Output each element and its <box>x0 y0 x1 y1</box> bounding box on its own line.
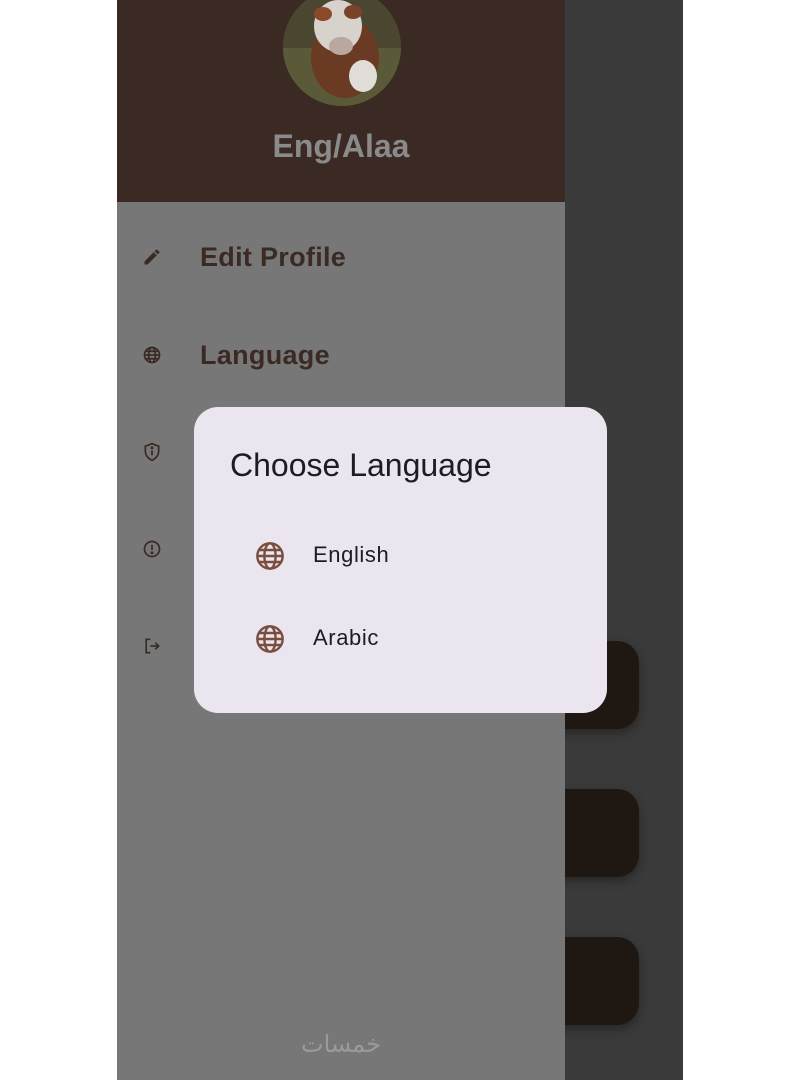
choose-language-dialog: Choose Language English Arabic <box>194 407 607 713</box>
drawer-header: Eng/Alaa <box>117 0 565 202</box>
drawer-item-label: Language <box>200 339 330 370</box>
language-option-english[interactable]: English <box>194 520 607 590</box>
language-option-label: Arabic <box>313 625 379 650</box>
shield-info-icon <box>141 441 163 463</box>
app-screen: Eng/Alaa Edit Profile Language خمسات Cho… <box>117 0 683 1080</box>
user-name: Eng/Alaa <box>272 128 410 164</box>
avatar[interactable] <box>283 0 401 106</box>
globe-icon <box>254 623 286 655</box>
drawer-item-language[interactable]: Language <box>117 325 565 385</box>
logout-icon <box>141 635 163 657</box>
drawer-item-label: Edit Profile <box>200 241 347 272</box>
watermark: خمسات <box>300 1030 382 1058</box>
dialog-title: Choose Language <box>230 447 492 483</box>
globe-icon <box>254 540 286 572</box>
language-option-label: English <box>313 542 390 567</box>
globe-icon <box>141 344 163 366</box>
pencil-icon <box>141 246 163 268</box>
alert-circle-icon <box>141 538 163 560</box>
language-option-arabic[interactable]: Arabic <box>194 603 607 673</box>
drawer-item-edit-profile[interactable]: Edit Profile <box>117 227 565 287</box>
